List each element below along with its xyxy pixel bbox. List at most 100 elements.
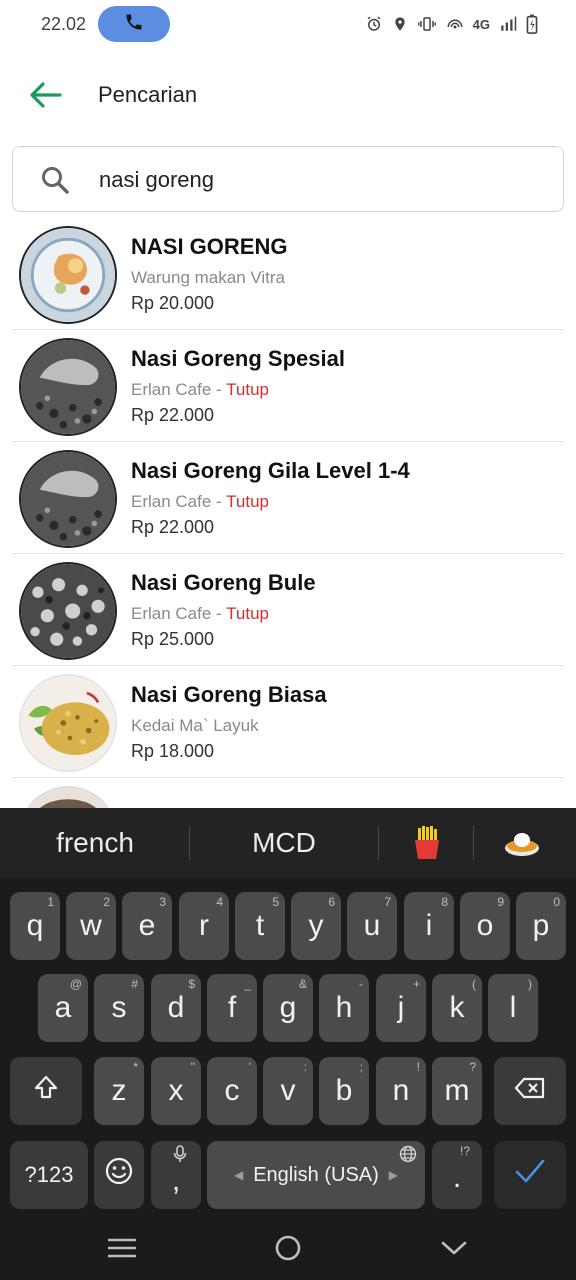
key-p[interactable]: p0 bbox=[516, 892, 566, 960]
phone-icon bbox=[124, 12, 144, 37]
result-item[interactable]: Nasi Goreng Biasa Kedai Ma` Layuk Rp 18.… bbox=[12, 666, 564, 778]
item-name: Nasi Goreng Bule bbox=[131, 570, 316, 595]
search-input[interactable] bbox=[99, 161, 539, 199]
smiley-icon bbox=[104, 1156, 134, 1194]
result-item[interactable]: NASI GORENG Warung makan Vitra Rp 20.000 bbox=[12, 218, 564, 330]
search-icon bbox=[39, 164, 71, 196]
suggestion-bar: french MCD bbox=[0, 808, 576, 878]
recents-menu-icon[interactable] bbox=[104, 1230, 140, 1266]
food-image-thumbnail bbox=[19, 786, 117, 808]
key-j[interactable]: j + bbox=[376, 974, 426, 1042]
space-bar[interactable]: ◀ English (USA) ▶ bbox=[207, 1141, 425, 1209]
app-header: Pencarian bbox=[0, 60, 576, 130]
item-name: Nasi Goreng Gila Level 1-4 bbox=[131, 458, 410, 483]
emoji-key[interactable] bbox=[94, 1141, 144, 1209]
globe-icon bbox=[399, 1145, 417, 1166]
item-price: Rp 22.000 bbox=[131, 405, 215, 425]
signal-icon bbox=[499, 15, 517, 33]
checkmark-icon bbox=[514, 1158, 546, 1192]
ongoing-call-chip[interactable] bbox=[98, 6, 170, 42]
key-n[interactable]: n! bbox=[376, 1057, 426, 1125]
backspace-icon bbox=[514, 1074, 546, 1108]
key-o[interactable]: o9 bbox=[460, 892, 510, 960]
item-store: Warung makan Vitra bbox=[131, 268, 286, 287]
closed-status: Tutup bbox=[226, 380, 269, 399]
item-name: Nasi Goreng Biasa bbox=[131, 682, 327, 707]
key-i[interactable]: i8 bbox=[404, 892, 454, 960]
vibrate-icon bbox=[417, 15, 437, 33]
on-screen-keyboard: french MCD q1 w2 e3 r4 t5 y6 u7 i8 o9 p0… bbox=[0, 808, 576, 1216]
status-time: 22.02 bbox=[41, 14, 87, 34]
key-f[interactable]: f _ bbox=[207, 974, 257, 1042]
key-l[interactable]: l) bbox=[488, 974, 538, 1042]
search-box[interactable] bbox=[12, 146, 564, 212]
network-type: 4G bbox=[472, 16, 490, 32]
key-y[interactable]: y6 bbox=[291, 892, 341, 960]
key-e[interactable]: e3 bbox=[122, 892, 172, 960]
key-h[interactable]: h- bbox=[319, 974, 369, 1042]
item-name: Nasi Goreng Spesial bbox=[131, 346, 345, 371]
key-k[interactable]: k( bbox=[432, 974, 482, 1042]
location-icon bbox=[392, 15, 408, 33]
home-circle-icon[interactable] bbox=[270, 1230, 306, 1266]
battery-charging-icon bbox=[526, 14, 538, 34]
item-name: NASI GORENG bbox=[131, 234, 288, 259]
shift-key[interactable] bbox=[10, 1057, 82, 1125]
key-d[interactable]: d $ bbox=[151, 974, 201, 1042]
key-r[interactable]: r4 bbox=[179, 892, 229, 960]
result-item-partial[interactable] bbox=[12, 778, 564, 808]
status-bar: 22.02 4G bbox=[0, 0, 576, 48]
hide-keyboard-chevron-icon[interactable] bbox=[436, 1230, 472, 1266]
microphone-icon bbox=[173, 1145, 187, 1166]
back-arrow-icon[interactable] bbox=[26, 76, 64, 114]
system-navigation-bar bbox=[0, 1216, 576, 1280]
item-store: Kedai Ma` Layuk bbox=[131, 716, 259, 735]
item-price: Rp 22.000 bbox=[131, 517, 215, 537]
key-t[interactable]: t5 bbox=[235, 892, 285, 960]
key-z[interactable]: z * bbox=[94, 1057, 144, 1125]
key-s[interactable]: s # bbox=[94, 974, 144, 1042]
key-q[interactable]: q1 bbox=[10, 892, 60, 960]
food-image-thumbnail bbox=[19, 338, 117, 436]
food-image-thumbnail bbox=[19, 562, 117, 660]
result-item[interactable]: Nasi Goreng Spesial Erlan Cafe - Tutup R… bbox=[12, 330, 564, 442]
suggestion-word[interactable]: french bbox=[0, 808, 190, 878]
key-w[interactable]: w2 bbox=[66, 892, 116, 960]
french-fries-emoji[interactable] bbox=[379, 808, 474, 878]
item-store: Erlan Cafe - Tutup bbox=[131, 492, 269, 511]
item-store: Erlan Cafe - Tutup bbox=[131, 380, 269, 399]
period-key[interactable]: . !? bbox=[432, 1141, 482, 1209]
result-item[interactable]: Nasi Goreng Bule Erlan Cafe - Tutup Rp 2… bbox=[12, 554, 564, 666]
key-u[interactable]: u7 bbox=[347, 892, 397, 960]
language-left-arrow-icon: ◀ bbox=[233, 1168, 244, 1182]
language-right-arrow-icon: ▶ bbox=[388, 1168, 399, 1182]
curry-rice-emoji[interactable] bbox=[474, 808, 570, 878]
suggestion-word[interactable]: MCD bbox=[190, 808, 378, 878]
key-x[interactable]: x " bbox=[151, 1057, 201, 1125]
enter-key[interactable] bbox=[494, 1141, 566, 1209]
key-v[interactable]: v: bbox=[263, 1057, 313, 1125]
backspace-key[interactable] bbox=[494, 1057, 566, 1125]
closed-status: Tutup bbox=[226, 604, 269, 623]
symbols-key[interactable]: ?123 bbox=[10, 1141, 88, 1209]
food-image-thumbnail bbox=[19, 226, 117, 324]
food-image-thumbnail bbox=[19, 450, 117, 548]
item-store: Erlan Cafe - Tutup bbox=[131, 604, 269, 623]
key-m[interactable]: m? bbox=[432, 1057, 482, 1125]
result-item[interactable]: Nasi Goreng Gila Level 1-4 Erlan Cafe - … bbox=[12, 442, 564, 554]
item-price: Rp 20.000 bbox=[131, 293, 215, 313]
key-g[interactable]: g & bbox=[263, 974, 313, 1042]
page-title: Pencarian bbox=[98, 82, 198, 107]
hotspot-icon bbox=[446, 15, 464, 33]
comma-key[interactable]: , bbox=[151, 1141, 201, 1209]
alarm-icon bbox=[365, 15, 383, 33]
key-c[interactable]: c ' bbox=[207, 1057, 257, 1125]
item-price: Rp 18.000 bbox=[131, 741, 215, 761]
item-price: Rp 25.000 bbox=[131, 629, 215, 649]
key-a[interactable]: a @ bbox=[38, 974, 88, 1042]
food-image-thumbnail bbox=[19, 674, 117, 772]
closed-status: Tutup bbox=[226, 492, 269, 511]
key-b[interactable]: b; bbox=[319, 1057, 369, 1125]
search-results-list: NASI GORENG Warung makan Vitra Rp 20.000… bbox=[12, 218, 564, 808]
shift-icon bbox=[33, 1074, 59, 1108]
